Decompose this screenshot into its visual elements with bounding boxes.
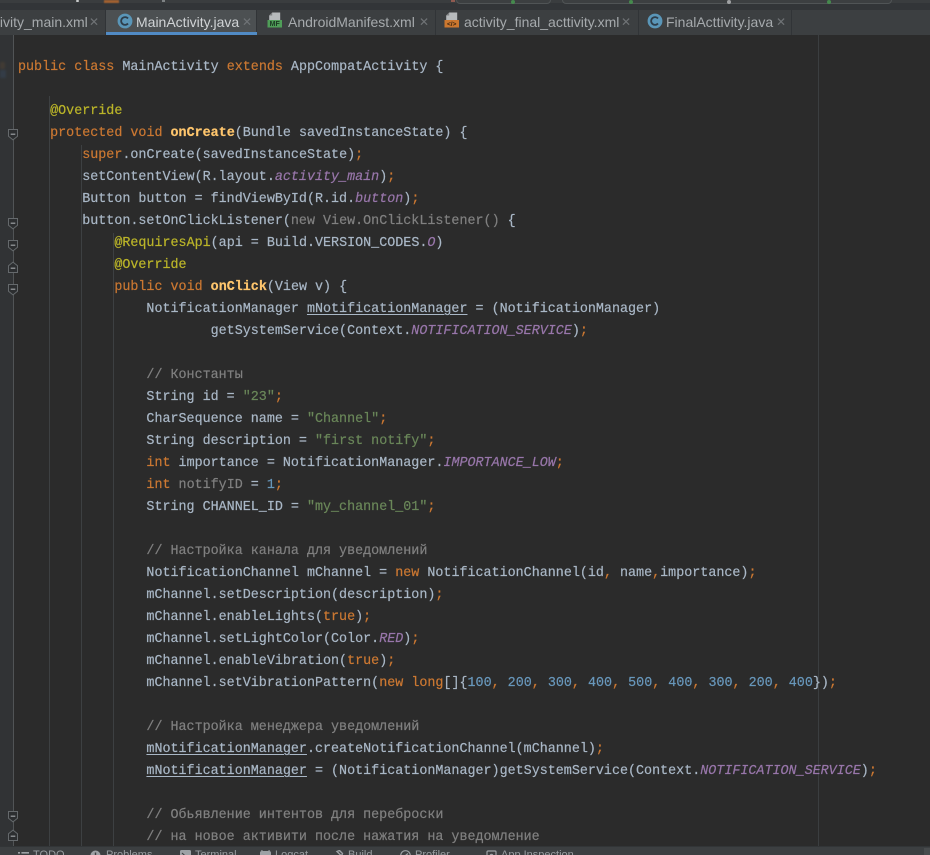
- svg-text:MF: MF: [270, 21, 281, 28]
- svg-text:</>: </>: [447, 21, 457, 28]
